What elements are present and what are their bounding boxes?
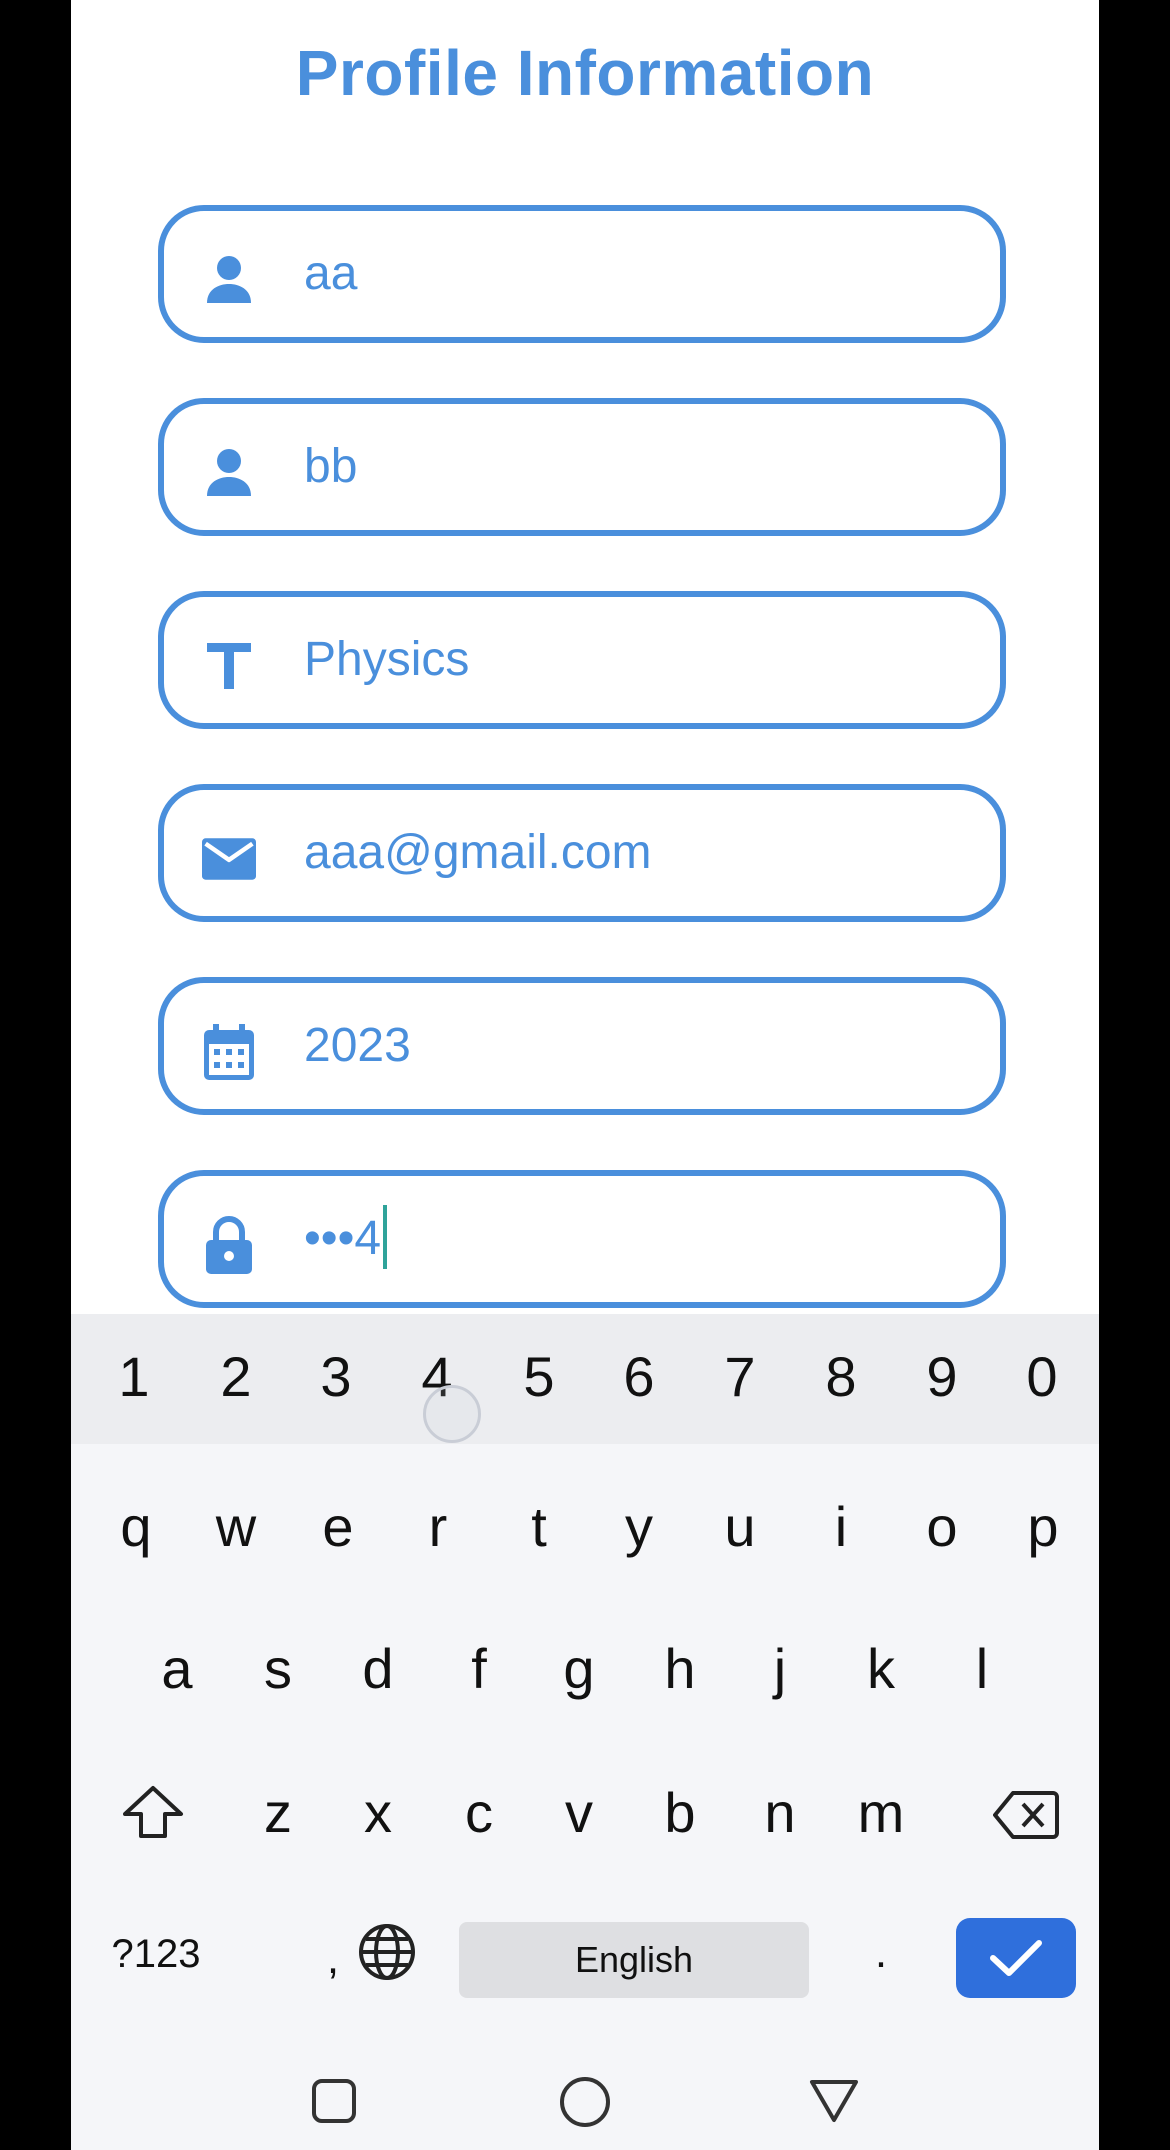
key-l[interactable]: l (937, 1636, 1027, 1701)
system-nav-bar (71, 2040, 1099, 2150)
key-7[interactable]: 7 (695, 1344, 785, 1409)
space-bar-label: English (574, 1939, 694, 1980)
key-x[interactable]: x (333, 1780, 423, 1845)
key-p[interactable]: p (998, 1494, 1088, 1559)
enter-button[interactable] (956, 1918, 1076, 1998)
text-icon (202, 639, 256, 693)
key-8[interactable]: 8 (796, 1344, 886, 1409)
first-name-field[interactable]: aa (158, 205, 1006, 343)
key-f[interactable]: f (434, 1636, 524, 1701)
year-field[interactable]: 2023 (158, 977, 1006, 1115)
key-o[interactable]: o (897, 1494, 987, 1559)
on-screen-keyboard: 1 2 3 4 5 6 7 8 9 0 q w e r t y u i o p … (71, 1314, 1099, 2150)
period-key[interactable]: . (851, 1928, 911, 1978)
checkmark-icon (990, 1940, 1042, 1976)
text-caret (383, 1205, 388, 1270)
key-6[interactable]: 6 (594, 1344, 684, 1409)
lock-icon (202, 1216, 256, 1274)
mail-icon (202, 832, 256, 886)
square-icon[interactable] (311, 2078, 357, 2124)
last-name-value: bb (304, 440, 358, 493)
key-5[interactable]: 5 (494, 1344, 584, 1409)
last-name-field[interactable]: bb (158, 398, 1006, 536)
key-i[interactable]: i (796, 1494, 886, 1559)
email-value: aaa@gmail.com (304, 826, 652, 879)
calendar-icon (202, 1024, 256, 1080)
password-value: •••4 (304, 1176, 388, 1302)
subject-field[interactable]: Physics (158, 591, 1006, 729)
key-2[interactable]: 2 (191, 1344, 281, 1409)
key-9[interactable]: 9 (897, 1344, 987, 1409)
email-field[interactable]: aaa@gmail.com (158, 784, 1006, 922)
circle-icon[interactable] (559, 2076, 611, 2128)
password-field[interactable]: •••4 (158, 1170, 1006, 1308)
shift-icon[interactable] (108, 1784, 198, 1853)
space-bar[interactable]: English (459, 1922, 809, 1998)
key-u[interactable]: u (695, 1494, 785, 1559)
key-0[interactable]: 0 (997, 1344, 1087, 1409)
key-b[interactable]: b (635, 1780, 725, 1845)
key-r[interactable]: r (393, 1494, 483, 1559)
triangle-icon[interactable] (809, 2078, 859, 2124)
app-screen: Profile Information aa bb Physics aaa@gm… (71, 0, 1099, 2150)
globe-icon[interactable] (347, 1922, 427, 1995)
key-z[interactable]: z (233, 1780, 323, 1845)
key-e[interactable]: e (293, 1494, 383, 1559)
person-icon (202, 446, 256, 500)
key-k[interactable]: k (836, 1636, 926, 1701)
symbols-key[interactable]: ?123 (101, 1932, 211, 1977)
key-j[interactable]: j (735, 1636, 825, 1701)
touch-indicator (423, 1385, 481, 1443)
key-n[interactable]: n (735, 1780, 825, 1845)
key-1[interactable]: 1 (89, 1344, 179, 1409)
key-y[interactable]: y (594, 1494, 684, 1559)
key-q[interactable]: q (91, 1494, 181, 1559)
key-w[interactable]: w (191, 1494, 281, 1559)
key-g[interactable]: g (534, 1636, 624, 1701)
person-icon (202, 253, 256, 307)
key-t[interactable]: t (494, 1494, 584, 1559)
key-3[interactable]: 3 (291, 1344, 381, 1409)
key-c[interactable]: c (434, 1780, 524, 1845)
backspace-icon[interactable] (981, 1788, 1071, 1853)
first-name-value: aa (304, 247, 358, 300)
key-a[interactable]: a (132, 1636, 222, 1701)
key-h[interactable]: h (635, 1636, 725, 1701)
key-s[interactable]: s (233, 1636, 323, 1701)
key-d[interactable]: d (333, 1636, 423, 1701)
key-v[interactable]: v (534, 1780, 624, 1845)
subject-value: Physics (304, 633, 470, 686)
year-value: 2023 (304, 1019, 411, 1072)
key-m[interactable]: m (836, 1780, 926, 1845)
page-title: Profile Information (295, 37, 875, 109)
